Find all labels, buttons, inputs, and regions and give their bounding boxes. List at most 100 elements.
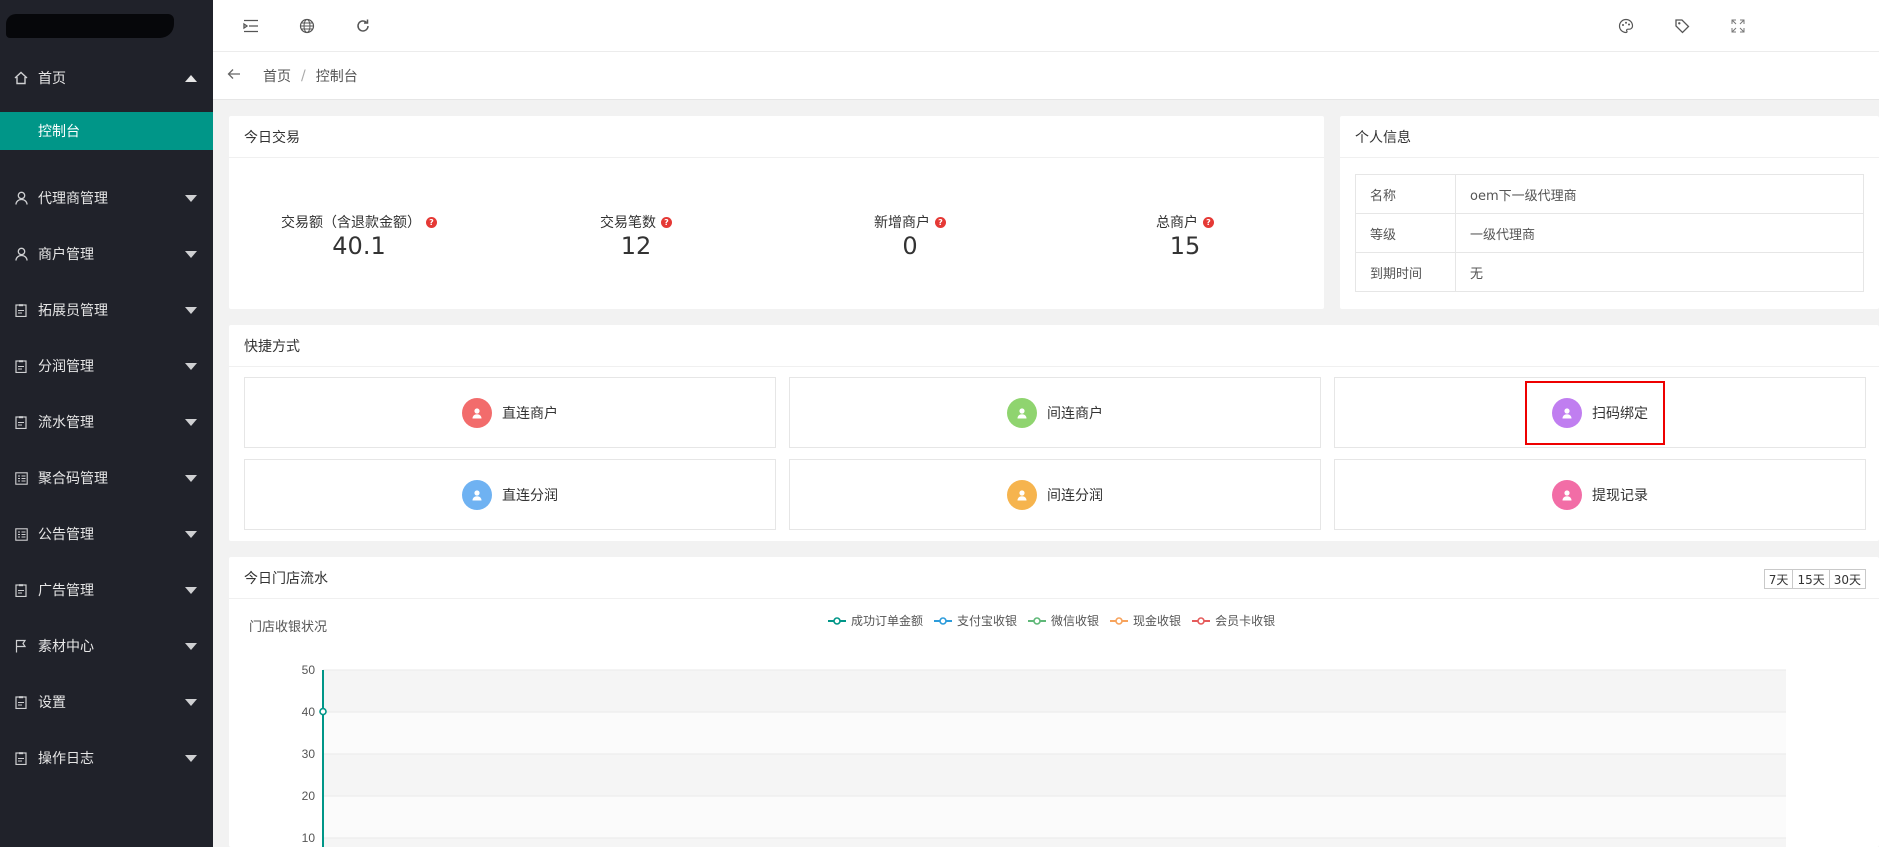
breadcrumb-separator: /	[301, 67, 306, 84]
help-icon[interactable]: ?	[661, 216, 672, 228]
sidebar-item-6[interactable]: 聚合码管理	[0, 450, 213, 506]
sidebar-item-label: 公告管理	[38, 527, 94, 543]
sidebar-item-label: 首页	[38, 71, 66, 87]
legend-label: 微信收银	[1051, 614, 1100, 628]
stat-1: 交易额（含退款金额）? 40.1	[249, 212, 469, 260]
top-bar	[213, 0, 1879, 52]
info-key: 名称	[1355, 174, 1456, 214]
user-icon	[1552, 479, 1582, 510]
help-icon[interactable]: ?	[1203, 216, 1214, 228]
stat-value: 15	[1169, 232, 1201, 260]
direct-profit-button[interactable]: 直连分润	[244, 459, 776, 530]
sidebar-item-11[interactable]: 操作日志	[0, 730, 213, 786]
legend-item[interactable]: 会员卡收银	[1191, 612, 1275, 629]
clipboard-icon	[13, 750, 29, 766]
y-tick-label: 50	[302, 663, 316, 677]
sidebar-item-label: 商户管理	[38, 247, 94, 263]
help-icon[interactable]: ?	[935, 216, 946, 228]
sidebar-item-home[interactable]: 首页	[0, 52, 213, 104]
breadcrumb: 首页 / 控制台	[213, 52, 1879, 100]
sidebar-item-7[interactable]: 公告管理	[0, 506, 213, 562]
stat-label: 交易额（含退款金额）	[281, 215, 421, 231]
quick-link-label: 直连商户	[502, 405, 558, 422]
info-value: oem下一级代理商	[1455, 174, 1864, 214]
legend-item[interactable]: 成功订单金额	[827, 612, 923, 629]
sidebar-item-label: 流水管理	[38, 415, 94, 431]
flag-icon	[13, 638, 29, 654]
sidebar-item-5[interactable]: 流水管理	[0, 394, 213, 450]
clipboard-icon	[13, 302, 29, 318]
globe-icon[interactable]	[297, 16, 317, 36]
back-arrow-icon[interactable]	[227, 68, 241, 84]
sidebar-item-label: 设置	[38, 695, 66, 711]
info-value: 无	[1455, 252, 1864, 292]
info-row: 名称 oem下一级代理商	[1355, 174, 1864, 214]
sidebar-subitem-console[interactable]: 控制台	[0, 112, 213, 150]
chevron-down-icon	[185, 755, 197, 762]
sidebar-item-label: 广告管理	[38, 583, 94, 599]
stat-value: 12	[620, 232, 652, 260]
sidebar-item-1[interactable]: 代理商管理	[0, 170, 213, 226]
clipboard-icon	[13, 582, 29, 598]
grid-band	[323, 712, 1786, 754]
stat-value: 0	[902, 232, 918, 260]
direct-merchant-button[interactable]: 直连商户	[244, 377, 776, 448]
chevron-down-icon	[185, 195, 197, 202]
stat-label: 新增商户	[874, 215, 930, 231]
sidebar-item-label: 素材中心	[38, 639, 94, 655]
chevron-up-icon	[185, 75, 197, 82]
clipboard-icon	[13, 694, 29, 710]
legend-label: 会员卡收银	[1215, 614, 1276, 628]
info-table: 名称 oem下一级代理商 等级 一级代理商 到期时间无	[1355, 174, 1864, 292]
home-icon	[13, 70, 29, 86]
stat-4: 总商户? 15	[1075, 212, 1295, 260]
sidebar-item-label: 分润管理	[38, 359, 94, 375]
quick-link-label: 间连商户	[1047, 405, 1103, 422]
sidebar: 首页 控制台 代理商管理商户管理拓展员管理分润管理流水管理聚合码管理公告管理广告…	[0, 0, 213, 847]
grid-band	[323, 838, 1786, 847]
legend-label: 现金收银	[1133, 614, 1182, 628]
quick-link-label: 提现记录	[1592, 487, 1648, 504]
info-key: 到期时间	[1355, 252, 1456, 292]
fullscreen-icon[interactable]	[1728, 16, 1748, 36]
y-tick-label: 40	[302, 705, 316, 719]
chart-title: 门店收银状况	[249, 620, 328, 635]
info-value: 一级代理商	[1455, 213, 1864, 253]
legend-item[interactable]: 现金收银	[1109, 612, 1181, 629]
logo	[0, 0, 213, 52]
sidebar-item-4[interactable]: 分润管理	[0, 338, 213, 394]
legend-item[interactable]: 微信收银	[1027, 612, 1099, 629]
info-row: 等级 一级代理商	[1355, 213, 1864, 253]
card-title: 个人信息	[1340, 116, 1879, 158]
tag-icon[interactable]	[1672, 16, 1692, 36]
grid-band	[323, 796, 1786, 838]
chevron-down-icon	[185, 475, 197, 482]
sidebar-item-label: 拓展员管理	[38, 303, 108, 319]
info-row: 到期时间无	[1355, 252, 1864, 292]
list-icon	[13, 470, 29, 486]
sidebar-item-label: 聚合码管理	[38, 471, 108, 487]
data-point-0-0[interactable]	[319, 707, 327, 716]
store-flow-card: 今日门店流水 7天 15天 30天 10 20 30 40 50 门店收银状况 成功订单金额…	[229, 557, 1879, 847]
indirect-profit-button[interactable]: 间连分润	[789, 459, 1321, 530]
legend-label: 支付宝收银	[957, 614, 1018, 628]
theme-palette-icon[interactable]	[1616, 16, 1636, 36]
withdraw-record-button[interactable]: 提现记录	[1334, 459, 1866, 530]
sidebar-item-3[interactable]: 拓展员管理	[0, 282, 213, 338]
breadcrumb-home[interactable]: 首页	[263, 66, 291, 86]
help-icon[interactable]: ?	[426, 216, 437, 228]
sidebar-item-10[interactable]: 设置	[0, 674, 213, 730]
legend-item[interactable]: 支付宝收银	[933, 612, 1017, 629]
indirect-merchant-button[interactable]: 间连商户	[789, 377, 1321, 448]
info-key: 等级	[1355, 213, 1456, 253]
sidebar-item-2[interactable]: 商户管理	[0, 226, 213, 282]
sidebar-item-9[interactable]: 素材中心	[0, 618, 213, 674]
quick-link-label: 直连分润	[502, 487, 558, 504]
menu-collapse-icon[interactable]	[241, 16, 261, 36]
clipboard-icon	[13, 358, 29, 374]
chevron-down-icon	[185, 363, 197, 370]
sidebar-item-8[interactable]: 广告管理	[0, 562, 213, 618]
user-icon	[13, 190, 29, 206]
refresh-icon[interactable]	[353, 16, 373, 36]
highlight-box	[1525, 381, 1665, 445]
